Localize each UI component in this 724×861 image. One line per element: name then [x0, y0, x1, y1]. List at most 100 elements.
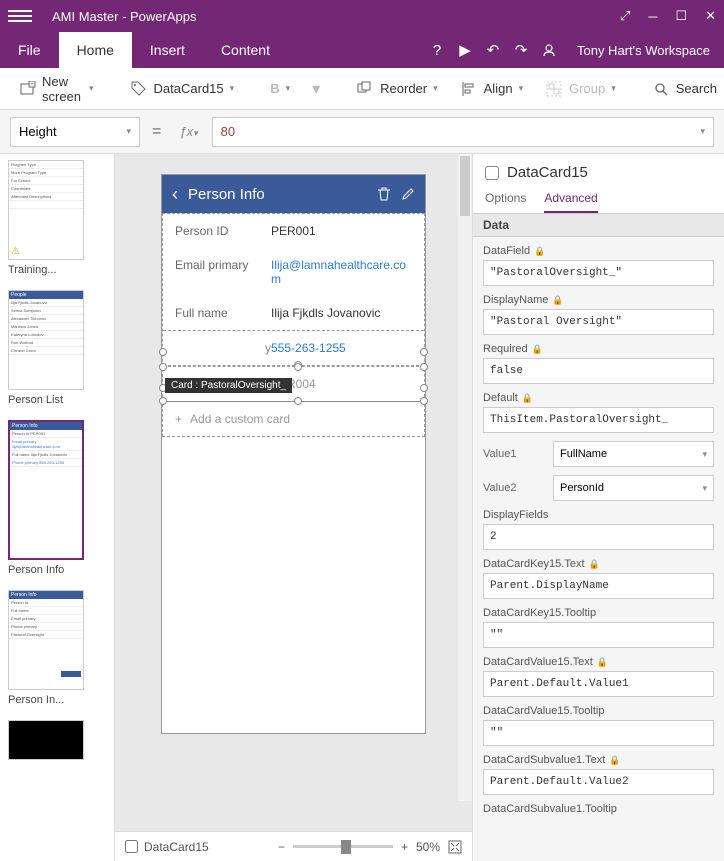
- svg-text:+: +: [30, 82, 34, 88]
- screens-panel: Program TypeMore Program TypeFor SchoolC…: [0, 154, 115, 861]
- lock-icon: 🔒: [597, 657, 608, 668]
- equals-sign: =: [148, 123, 165, 141]
- card-tooltip: Card : PastoralOversight_: [165, 378, 292, 393]
- user-icon[interactable]: [535, 32, 563, 68]
- back-icon[interactable]: ‹: [172, 184, 178, 205]
- row-fullname[interactable]: Full name Ilija Fjkdls Jovanovic: [163, 296, 424, 330]
- reorder-button[interactable]: Reorder ▾: [348, 76, 446, 102]
- property-label: Height: [19, 124, 57, 139]
- align-icon: [460, 80, 478, 98]
- properties-panel: DataCard15 Options Advanced Data DataFie…: [472, 154, 724, 861]
- input-datafield[interactable]: "PastoralOversight_": [483, 260, 714, 286]
- field-displayname: DisplayName🔒 "Pastoral Oversight": [483, 294, 714, 335]
- tab-content[interactable]: Content: [203, 32, 288, 68]
- row-phone[interactable]: y 555-263-1255: [163, 330, 424, 366]
- screen-thumb-training[interactable]: Program TypeMore Program TypeFor SchoolC…: [8, 160, 110, 276]
- lock-icon: 🔒: [534, 246, 545, 257]
- chevron-down-icon: ▾: [126, 126, 131, 137]
- datacard-status-label: DataCard15: [144, 840, 209, 854]
- align-button[interactable]: Align ▾: [452, 76, 531, 102]
- reorder-icon: [356, 80, 374, 98]
- chevron-down-icon: ▾: [611, 83, 616, 94]
- formula-input[interactable]: 80 ▾: [212, 117, 714, 147]
- input-dcval-text[interactable]: Parent.Default.Value1: [483, 671, 714, 697]
- group-button[interactable]: Group ▾: [537, 76, 624, 102]
- property-selector[interactable]: Height ▾: [10, 117, 140, 147]
- selected-element-name: DataCard15: [485, 164, 712, 181]
- screen-label: Person Info: [8, 564, 110, 576]
- zoom-out-button[interactable]: −: [278, 840, 285, 854]
- preview-header: ‹ Person Info: [162, 175, 425, 213]
- field-value: PER004: [271, 377, 412, 391]
- datacard-selector[interactable]: DataCard15 ▾: [122, 76, 243, 102]
- screen-thumb-personin[interactable]: Person Info Person IdFull nameEmail prim…: [8, 590, 110, 706]
- search-icon: [652, 80, 670, 98]
- field-dcval-tooltip: DataCardValue15.Tooltip "": [483, 705, 714, 746]
- zoom-level: 50%: [416, 840, 440, 854]
- checkbox-input[interactable]: [125, 840, 138, 853]
- close-icon[interactable]: ✕: [705, 8, 716, 24]
- zoom-slider[interactable]: [293, 845, 393, 848]
- undo-icon[interactable]: ↶: [479, 32, 507, 68]
- new-screen-button[interactable]: + New screen ▾: [12, 70, 102, 108]
- screen-thumb-black[interactable]: [8, 720, 110, 760]
- select-value1[interactable]: FullName▾: [553, 441, 714, 467]
- fit-icon[interactable]: [448, 840, 462, 854]
- screen-label: Training...: [8, 264, 110, 276]
- bold-button[interactable]: B▾: [262, 77, 298, 100]
- screen-thumb-personinfo[interactable]: Person Info Person Id PER001 Email prima…: [8, 420, 110, 576]
- font-dropdown[interactable]: ▾: [304, 75, 328, 103]
- field-dckey-text: DataCardKey15.Text🔒 Parent.DisplayName: [483, 558, 714, 599]
- input-dcval-tooltip[interactable]: "": [483, 720, 714, 746]
- tab-advanced[interactable]: Advanced: [544, 191, 597, 213]
- input-dckey-tooltip[interactable]: "": [483, 622, 714, 648]
- play-icon[interactable]: ▶: [451, 32, 479, 68]
- redo-icon[interactable]: ↷: [507, 32, 535, 68]
- tab-home[interactable]: Home: [59, 32, 132, 68]
- trash-icon[interactable]: [377, 187, 391, 201]
- input-dcsub-text[interactable]: Parent.Default.Value2: [483, 769, 714, 795]
- group-icon: [545, 80, 563, 98]
- screen-label: Person In...: [8, 694, 110, 706]
- input-required[interactable]: false: [483, 358, 714, 384]
- add-custom-card[interactable]: + Add a custom card: [163, 402, 424, 436]
- screen-thumb-personlist[interactable]: People Ilija Fjkdls Jovanovic Selma Somj…: [8, 290, 110, 406]
- select-value2[interactable]: PersonId▾: [553, 475, 714, 501]
- chevron-down-icon: ▾: [230, 83, 235, 94]
- lock-icon: 🔒: [522, 393, 533, 404]
- tab-file[interactable]: File: [0, 32, 59, 68]
- form-body[interactable]: Person ID PER001 Email primary Ilija@lam…: [162, 213, 425, 437]
- field-value: Ilija Fjkdls Jovanovic: [271, 306, 412, 320]
- new-screen-icon: +: [20, 80, 36, 98]
- toolbar: + New screen ▾ DataCard15 ▾ B▾ ▾ Reorder…: [0, 68, 724, 110]
- row-personid[interactable]: Person ID PER001: [163, 214, 424, 248]
- resize-diag-icon[interactable]: ⤢: [620, 8, 630, 24]
- input-displayfields[interactable]: 2: [483, 524, 714, 550]
- canvas-scrollbar[interactable]: [458, 154, 472, 801]
- minimize-icon[interactable]: ─: [648, 9, 657, 24]
- row-email[interactable]: Email primary Ilija@lamnahealthcare.com: [163, 248, 424, 296]
- field-value1: Value1 FullName▾: [483, 441, 714, 467]
- tab-options[interactable]: Options: [485, 191, 526, 213]
- phone-preview[interactable]: ‹ Person Info Person ID PER001 Email pri…: [161, 174, 426, 734]
- edit-icon[interactable]: [401, 187, 415, 201]
- field-value2: Value2 PersonId▾: [483, 475, 714, 501]
- input-default[interactable]: ThisItem.PastoralOversight_: [483, 407, 714, 433]
- maximize-icon[interactable]: ☐: [675, 8, 687, 24]
- lock-icon: 🔒: [552, 295, 563, 306]
- datacard-checkbox[interactable]: DataCard15: [125, 840, 209, 854]
- fx-label: ƒx▾: [173, 124, 203, 139]
- tab-insert[interactable]: Insert: [132, 32, 203, 68]
- group-label: Group: [569, 81, 605, 96]
- help-icon[interactable]: ?: [423, 32, 451, 68]
- search-button[interactable]: Search: [644, 76, 724, 102]
- search-label: Search: [676, 81, 717, 96]
- field-dcsub-tooltip: DataCardSubvalue1.Tooltip: [483, 803, 714, 815]
- input-dckey-text[interactable]: Parent.DisplayName: [483, 573, 714, 599]
- hamburger-icon[interactable]: [8, 10, 32, 22]
- input-displayname[interactable]: "Pastoral Oversight": [483, 309, 714, 335]
- zoom-in-button[interactable]: +: [401, 840, 408, 854]
- user-workspace[interactable]: Tony Hart's Workspace: [563, 32, 724, 68]
- field-label: Person ID: [175, 224, 271, 238]
- field-value: Ilija@lamnahealthcare.com: [271, 258, 412, 286]
